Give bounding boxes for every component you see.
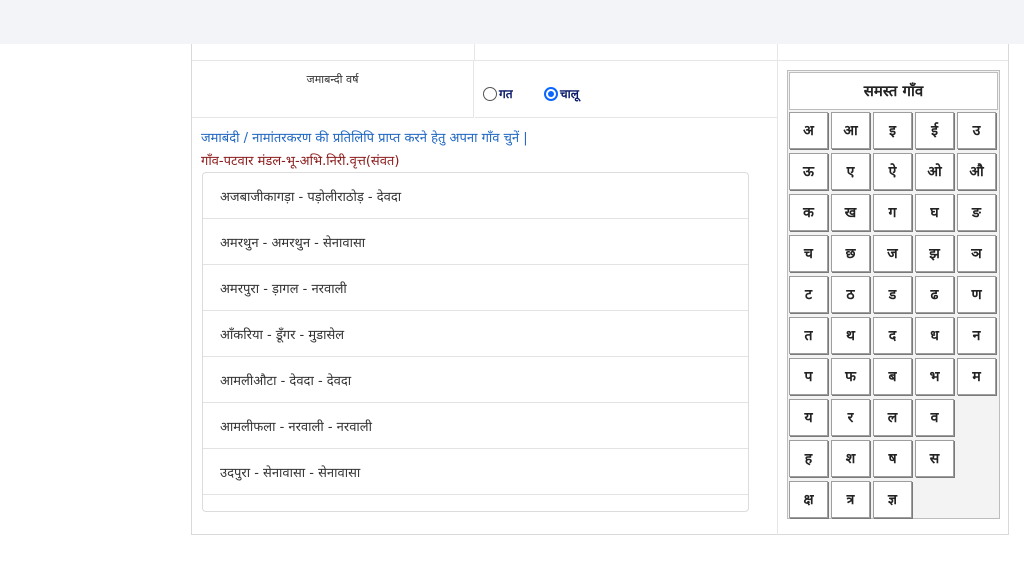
letter-button[interactable]: श — [831, 440, 870, 477]
letter-button[interactable]: ब — [873, 358, 912, 395]
village-item[interactable]: अजबाजीकागड़ा - पड़ोलीराठोड़ - देवदा — [203, 173, 748, 219]
letter-button[interactable]: न — [957, 317, 996, 354]
letter-button[interactable]: ई — [915, 112, 954, 149]
village-item[interactable]: आमलीऔटा - देवदा - देवदा — [203, 357, 748, 403]
letter-button[interactable]: त — [789, 317, 828, 354]
letter-button[interactable]: घ — [915, 194, 954, 231]
letter-button[interactable]: ख — [831, 194, 870, 231]
letter-button[interactable]: ऊ — [789, 153, 828, 190]
divider — [474, 44, 475, 60]
letter-row: च छ ज झ ञ — [789, 235, 1001, 276]
all-villages-button[interactable]: समस्त गाँव — [789, 72, 998, 110]
letter-button[interactable]: क — [789, 194, 828, 231]
letter-row: ह श ष स — [789, 440, 1001, 481]
top-strip — [0, 0, 1024, 44]
letter-button[interactable]: व — [915, 399, 954, 436]
letter-button[interactable]: ह — [789, 440, 828, 477]
letter-row: प फ ब भ म — [789, 358, 1001, 399]
letter-button[interactable]: ञ — [957, 235, 996, 272]
village-list[interactable]: अजबाजीकागड़ा - पड़ोलीराठोड़ - देवदा अमरथ… — [202, 172, 749, 512]
radio-label-previous: गत — [499, 87, 513, 101]
village-item[interactable]: आमलीफला - नरवाली - नरवाली — [203, 403, 748, 449]
letter-button[interactable]: य — [789, 399, 828, 436]
letter-button[interactable]: क्ष — [789, 481, 828, 518]
letter-button[interactable]: औ — [957, 153, 996, 190]
radio-circle-previous[interactable] — [483, 86, 497, 101]
letter-button[interactable]: ग — [873, 194, 912, 231]
main-container: जमाबन्दी वर्ष गत चालू जमाबंदी / नामांतरक… — [191, 44, 1009, 535]
letter-row: ऊ ए ऐ ओ औ — [789, 153, 1001, 194]
year-label: जमाबन्दी वर्ष — [192, 61, 474, 118]
letter-row: ट ठ ड ढ ण — [789, 276, 1001, 317]
letter-button[interactable]: ट — [789, 276, 828, 313]
letter-button[interactable]: ज — [873, 235, 912, 272]
radio-previous[interactable]: गत — [483, 85, 513, 102]
letter-button[interactable]: आ — [831, 112, 870, 149]
letter-button[interactable]: र — [831, 399, 870, 436]
letter-button[interactable]: ड — [873, 276, 912, 313]
letter-button[interactable]: थ — [831, 317, 870, 354]
letter-button[interactable]: ओ — [915, 153, 954, 190]
letter-row: क ख ग घ ङ — [789, 194, 1001, 235]
letter-button[interactable]: ङ — [957, 194, 996, 231]
village-item[interactable]: अमरपुरा - ड़ागल - नरवाली — [203, 265, 748, 311]
letter-button[interactable]: ल — [873, 399, 912, 436]
letter-button[interactable]: इ — [873, 112, 912, 149]
letter-button[interactable]: अ — [789, 112, 828, 149]
letter-button[interactable]: ज्ञ — [873, 481, 912, 518]
radio-circle-current[interactable] — [544, 86, 558, 101]
radio-current[interactable]: चालू — [544, 85, 579, 102]
alphabet-grid: अ आ इ ई उ ऊ ए ऐ ओ औ क ख ग घ ङ च छ ज झ ञ … — [789, 112, 1001, 522]
letter-button[interactable]: छ — [831, 235, 870, 272]
letter-row: य र ल व — [789, 399, 1001, 440]
letter-row: त थ द ध न — [789, 317, 1001, 358]
letter-button[interactable]: च — [789, 235, 828, 272]
instruction-text: जमाबंदी / नामांतरकरण की प्रतिलिपि प्राप्… — [201, 131, 528, 146]
letter-button[interactable]: भ — [915, 358, 954, 395]
letter-button[interactable]: फ — [831, 358, 870, 395]
radio-label-current: चालू — [560, 87, 579, 101]
alphabet-panel: समस्त गाँव अ आ इ ई उ ऊ ए ऐ ओ औ क ख ग घ ङ — [787, 70, 1000, 519]
top-row — [192, 44, 1008, 61]
letter-button[interactable]: ध — [915, 317, 954, 354]
village-item[interactable]: उदपुरा - सेनावासा - सेनावासा — [203, 449, 748, 495]
letter-row: क्ष त्र ज्ञ — [789, 481, 1001, 522]
letter-button[interactable]: म — [957, 358, 996, 395]
divider — [777, 44, 778, 535]
letter-button[interactable]: ऐ — [873, 153, 912, 190]
letter-button[interactable]: उ — [957, 112, 996, 149]
letter-button[interactable]: झ — [915, 235, 954, 272]
village-item[interactable]: आँकरिया - डूँगर - मुडासेल — [203, 311, 748, 357]
letter-button[interactable]: ढ — [915, 276, 954, 313]
format-hint: गाँव-पटवार मंडल-भू-अभि.निरी.वृत्त(संवत) — [201, 154, 400, 169]
village-item[interactable]: अमरथुन - अमरथुन - सेनावासा — [203, 219, 748, 265]
letter-button[interactable]: द — [873, 317, 912, 354]
letter-button[interactable]: प — [789, 358, 828, 395]
letter-button[interactable]: ठ — [831, 276, 870, 313]
letter-button[interactable]: ण — [957, 276, 996, 313]
letter-button[interactable]: ष — [873, 440, 912, 477]
letter-button[interactable]: ए — [831, 153, 870, 190]
year-radio-group: गत चालू — [475, 61, 777, 118]
letter-button[interactable]: त्र — [831, 481, 870, 518]
letter-row: अ आ इ ई उ — [789, 112, 1001, 153]
letter-button[interactable]: स — [915, 440, 954, 477]
